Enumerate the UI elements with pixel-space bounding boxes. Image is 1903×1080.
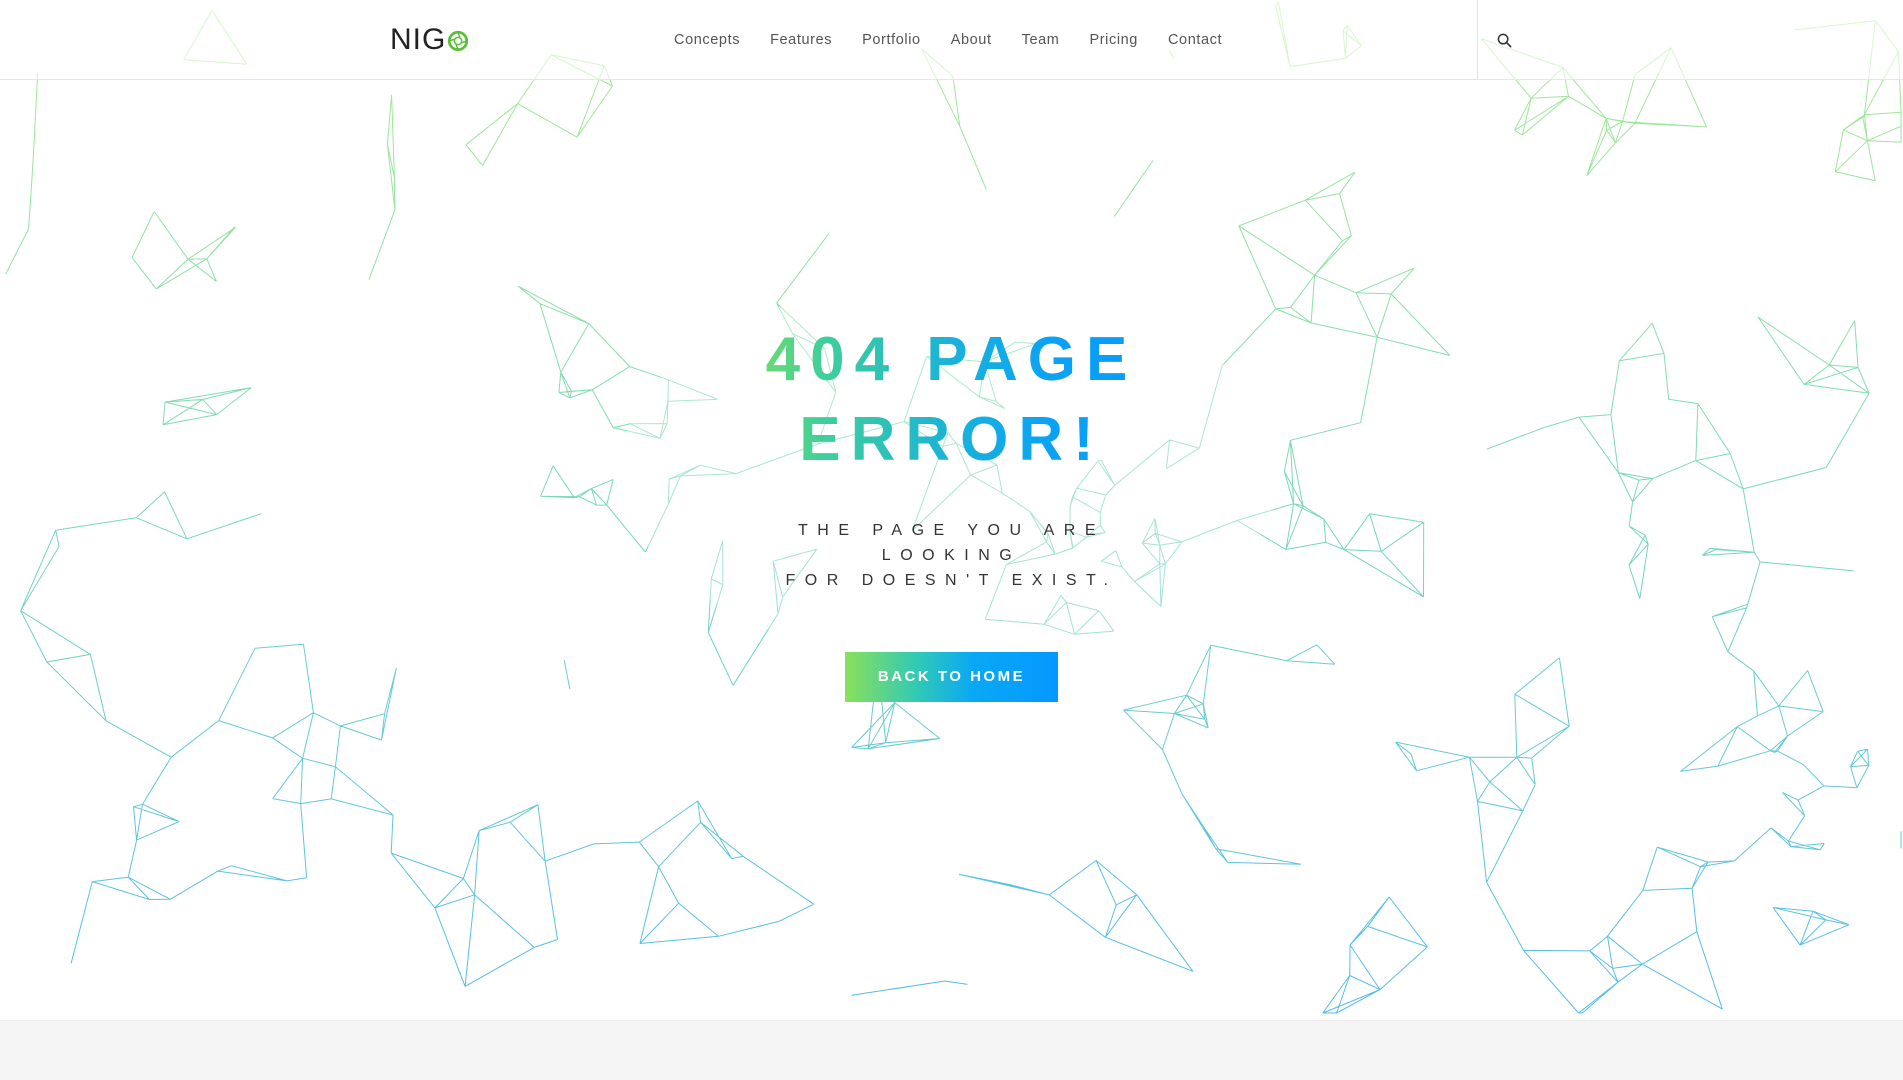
search-button[interactable]	[1494, 30, 1514, 50]
nav-item-portfolio: Portfolio	[847, 31, 936, 49]
nav-item-about: About	[936, 31, 1007, 49]
search-icon	[1497, 33, 1511, 47]
logo-text: NIG	[390, 23, 447, 56]
nav-item-pricing: Pricing	[1074, 31, 1153, 49]
nav-item-team: Team	[1007, 31, 1075, 49]
footer-band	[0, 1020, 1903, 1080]
error-subtitle: THE PAGE YOU ARE LOOKING FOR DOESN'T EXI…	[722, 518, 1182, 593]
nav-link-team[interactable]: Team	[1022, 32, 1060, 48]
back-to-home-button[interactable]: BACK TO HOME	[845, 652, 1058, 702]
nav-divider	[1477, 0, 1478, 79]
main-nav: Concepts Features Portfolio About Team P…	[657, 0, 1237, 79]
nav-link-about[interactable]: About	[951, 32, 992, 48]
nav-link-features[interactable]: Features	[770, 32, 832, 48]
page: NIG Concepts Features Portfolio About Te…	[0, 0, 1903, 1080]
nav-link-portfolio[interactable]: Portfolio	[862, 32, 921, 48]
aperture-o-icon	[448, 30, 469, 52]
nav-link-pricing[interactable]: Pricing	[1089, 32, 1138, 48]
logo[interactable]: NIG	[390, 22, 469, 58]
error-title-line-1: 404 PAGE	[765, 325, 1138, 394]
error-title-line-2: ERROR!	[799, 405, 1104, 474]
site-header: NIG Concepts Features Portfolio About Te…	[0, 0, 1903, 80]
nav-link-contact[interactable]: Contact	[1168, 32, 1222, 48]
error-hero: 404 PAGE ERROR! THE PAGE YOU ARE LOOKING…	[0, 320, 1903, 702]
error-title: 404 PAGE ERROR!	[722, 320, 1182, 480]
nav-item-concepts: Concepts	[657, 31, 755, 49]
nav-item-contact: Contact	[1153, 31, 1237, 49]
nav-link-concepts[interactable]: Concepts	[674, 32, 740, 48]
nav-item-features: Features	[755, 31, 847, 49]
error-subtitle-line-2: FOR DOESN'T EXIST.	[785, 572, 1118, 589]
error-subtitle-line-1: THE PAGE YOU ARE LOOKING	[797, 522, 1105, 564]
